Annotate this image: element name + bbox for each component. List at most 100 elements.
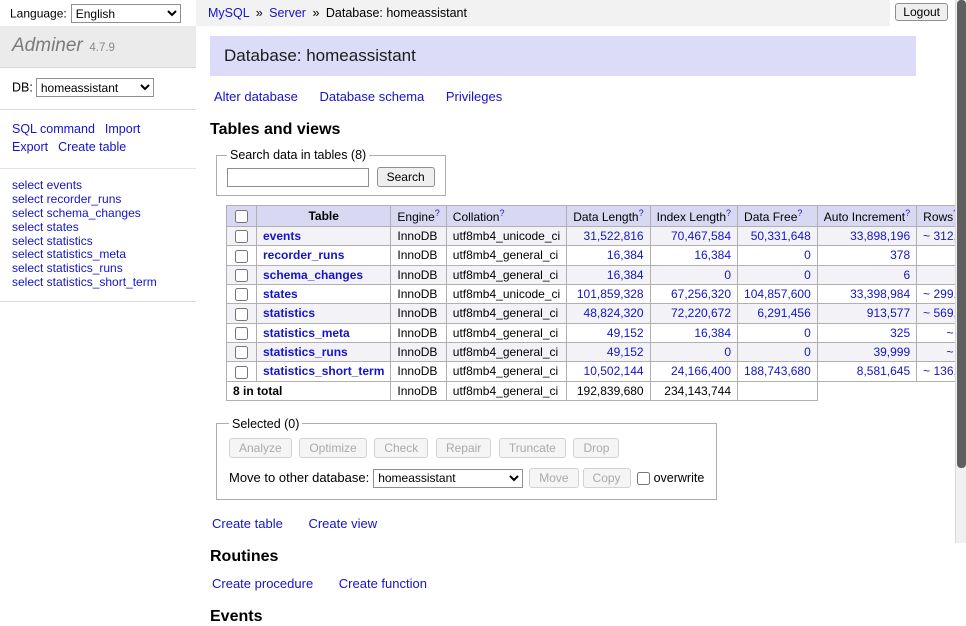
- index-length-link[interactable]: 72,220,672: [671, 306, 731, 320]
- sidebar-item-select-statistics-short-term[interactable]: select statistics_short_term: [12, 276, 184, 289]
- data-free-link[interactable]: 0: [804, 268, 811, 282]
- database-schema-link[interactable]: Database schema: [319, 89, 424, 104]
- data-free-link[interactable]: 188,743,680: [744, 364, 811, 378]
- create-procedure-link[interactable]: Create procedure: [212, 576, 313, 591]
- help-icon[interactable]: ?: [639, 208, 644, 218]
- auto-increment-link[interactable]: 913,577: [867, 306, 910, 320]
- alter-database-link[interactable]: Alter database: [214, 89, 298, 104]
- row-checkbox[interactable]: [235, 327, 248, 340]
- data-free-link[interactable]: 0: [804, 345, 811, 359]
- help-icon[interactable]: ?: [726, 208, 731, 218]
- data-length-link[interactable]: 101,859,328: [577, 287, 644, 301]
- help-icon[interactable]: ?: [797, 208, 802, 218]
- table-name-link[interactable]: events: [263, 229, 301, 243]
- help-icon[interactable]: ?: [499, 208, 504, 218]
- auto-increment-link[interactable]: 33,898,196: [850, 229, 910, 243]
- check-button[interactable]: Check: [374, 438, 428, 458]
- create-view-link[interactable]: Create view: [308, 516, 377, 531]
- data-free-link[interactable]: 0: [804, 326, 811, 340]
- row-checkbox[interactable]: [235, 308, 248, 321]
- row-checkbox[interactable]: [235, 288, 248, 301]
- index-length-link[interactable]: 0: [724, 345, 731, 359]
- auto-increment-link[interactable]: 325: [890, 326, 910, 340]
- data-length-link[interactable]: 16,384: [607, 248, 644, 262]
- scrollbar-thumb[interactable]: [957, 0, 966, 468]
- sidebar-item-select-recorder-runs[interactable]: select recorder_runs: [12, 193, 184, 206]
- privileges-link[interactable]: Privileges: [446, 89, 502, 104]
- table-row: events InnoDB utf8mb4_unicode_ci 31,522,…: [227, 227, 966, 246]
- data-length-link[interactable]: 31,522,816: [584, 229, 644, 243]
- help-icon[interactable]: ?: [435, 208, 440, 218]
- sidebar-link-create-table[interactable]: Create table: [58, 140, 126, 154]
- table-name-link[interactable]: statistics_runs: [263, 345, 348, 359]
- create-table-link[interactable]: Create table: [212, 516, 283, 531]
- sidebar-link-export[interactable]: Export: [12, 140, 48, 154]
- vertical-scrollbar[interactable]: [955, 0, 966, 543]
- truncate-button[interactable]: Truncate: [499, 438, 566, 458]
- data-length-link[interactable]: 49,152: [607, 345, 644, 359]
- auto-increment-link[interactable]: 8,581,645: [857, 364, 910, 378]
- auto-increment-link[interactable]: 39,999: [873, 345, 910, 359]
- sidebar-item-select-events[interactable]: select events: [12, 179, 184, 192]
- column-header-table: Table: [257, 206, 391, 227]
- table-name-link[interactable]: statistics: [263, 306, 315, 320]
- analyze-button[interactable]: Analyze: [229, 438, 292, 458]
- table-name-link[interactable]: recorder_runs: [263, 248, 344, 262]
- data-free-link[interactable]: 104,857,600: [744, 287, 811, 301]
- sidebar-link-import[interactable]: Import: [105, 122, 140, 136]
- search-button[interactable]: Search: [377, 167, 435, 187]
- index-length-link[interactable]: 16,384: [694, 326, 731, 340]
- help-icon[interactable]: ?: [905, 208, 910, 218]
- sidebar-item-select-statistics[interactable]: select statistics: [12, 235, 184, 248]
- table-row: recorder_runs InnoDB utf8mb4_general_ci …: [227, 246, 966, 265]
- index-length-link[interactable]: 70,467,584: [671, 229, 731, 243]
- data-length-link[interactable]: 49,152: [607, 326, 644, 340]
- copy-button[interactable]: Copy: [583, 468, 631, 488]
- breadcrumb-link-mysql[interactable]: MySQL: [208, 6, 249, 20]
- data-length-link[interactable]: 16,384: [607, 268, 644, 282]
- table-name-link[interactable]: statistics_meta: [263, 326, 350, 340]
- language-select[interactable]: English: [71, 4, 181, 23]
- collation-cell: utf8mb4_general_ci: [446, 323, 566, 342]
- breadcrumb-link-server[interactable]: Server: [269, 6, 306, 20]
- move-database-select[interactable]: homeassistant: [373, 469, 523, 488]
- data-free-link[interactable]: 0: [804, 248, 811, 262]
- table-name-link[interactable]: schema_changes: [263, 268, 363, 282]
- move-button[interactable]: Move: [529, 468, 578, 488]
- sidebar-item-select-statistics-meta[interactable]: select statistics_meta: [12, 248, 184, 261]
- optimize-button[interactable]: Optimize: [299, 438, 366, 458]
- auto-increment-link[interactable]: 33,398,984: [850, 287, 910, 301]
- data-free-link[interactable]: 50,331,648: [751, 229, 811, 243]
- data-length-link[interactable]: 48,824,320: [584, 306, 644, 320]
- row-checkbox[interactable]: [235, 250, 248, 263]
- table-name-link[interactable]: states: [263, 287, 298, 301]
- sidebar-item-select-states[interactable]: select states: [12, 221, 184, 234]
- index-length-link[interactable]: 67,256,320: [671, 287, 731, 301]
- tables-overview-table: Table Engine? Collation? Data Length? In…: [226, 205, 966, 401]
- row-checkbox[interactable]: [235, 346, 248, 359]
- index-length-link[interactable]: 0: [724, 268, 731, 282]
- create-function-link[interactable]: Create function: [339, 576, 427, 591]
- search-input[interactable]: [227, 168, 369, 187]
- select-all-checkbox[interactable]: [235, 210, 248, 223]
- drop-button[interactable]: Drop: [573, 438, 619, 458]
- table-name-link[interactable]: statistics_short_term: [263, 364, 384, 378]
- index-length-link[interactable]: 24,166,400: [671, 364, 731, 378]
- repair-button[interactable]: Repair: [436, 438, 491, 458]
- row-checkbox[interactable]: [235, 230, 248, 243]
- row-checkbox[interactable]: [235, 366, 248, 379]
- index-length-link[interactable]: 16,384: [694, 248, 731, 262]
- database-actions: Alter database Database schema Privilege…: [214, 89, 916, 104]
- collation-cell: utf8mb4_general_ci: [446, 304, 566, 323]
- sidebar-item-select-statistics-runs[interactable]: select statistics_runs: [12, 262, 184, 275]
- sidebar-link-sql-command[interactable]: SQL command: [12, 122, 95, 136]
- logout-button[interactable]: Logout: [895, 3, 948, 21]
- data-free-link[interactable]: 6,291,456: [757, 306, 810, 320]
- row-checkbox[interactable]: [235, 269, 248, 282]
- sidebar-item-select-schema-changes[interactable]: select schema_changes: [12, 207, 184, 220]
- auto-increment-link[interactable]: 378: [890, 248, 910, 262]
- data-length-link[interactable]: 10,502,144: [584, 364, 644, 378]
- auto-increment-link[interactable]: 6: [903, 268, 910, 282]
- overwrite-checkbox[interactable]: [637, 472, 650, 485]
- db-select[interactable]: homeassistant: [36, 78, 154, 97]
